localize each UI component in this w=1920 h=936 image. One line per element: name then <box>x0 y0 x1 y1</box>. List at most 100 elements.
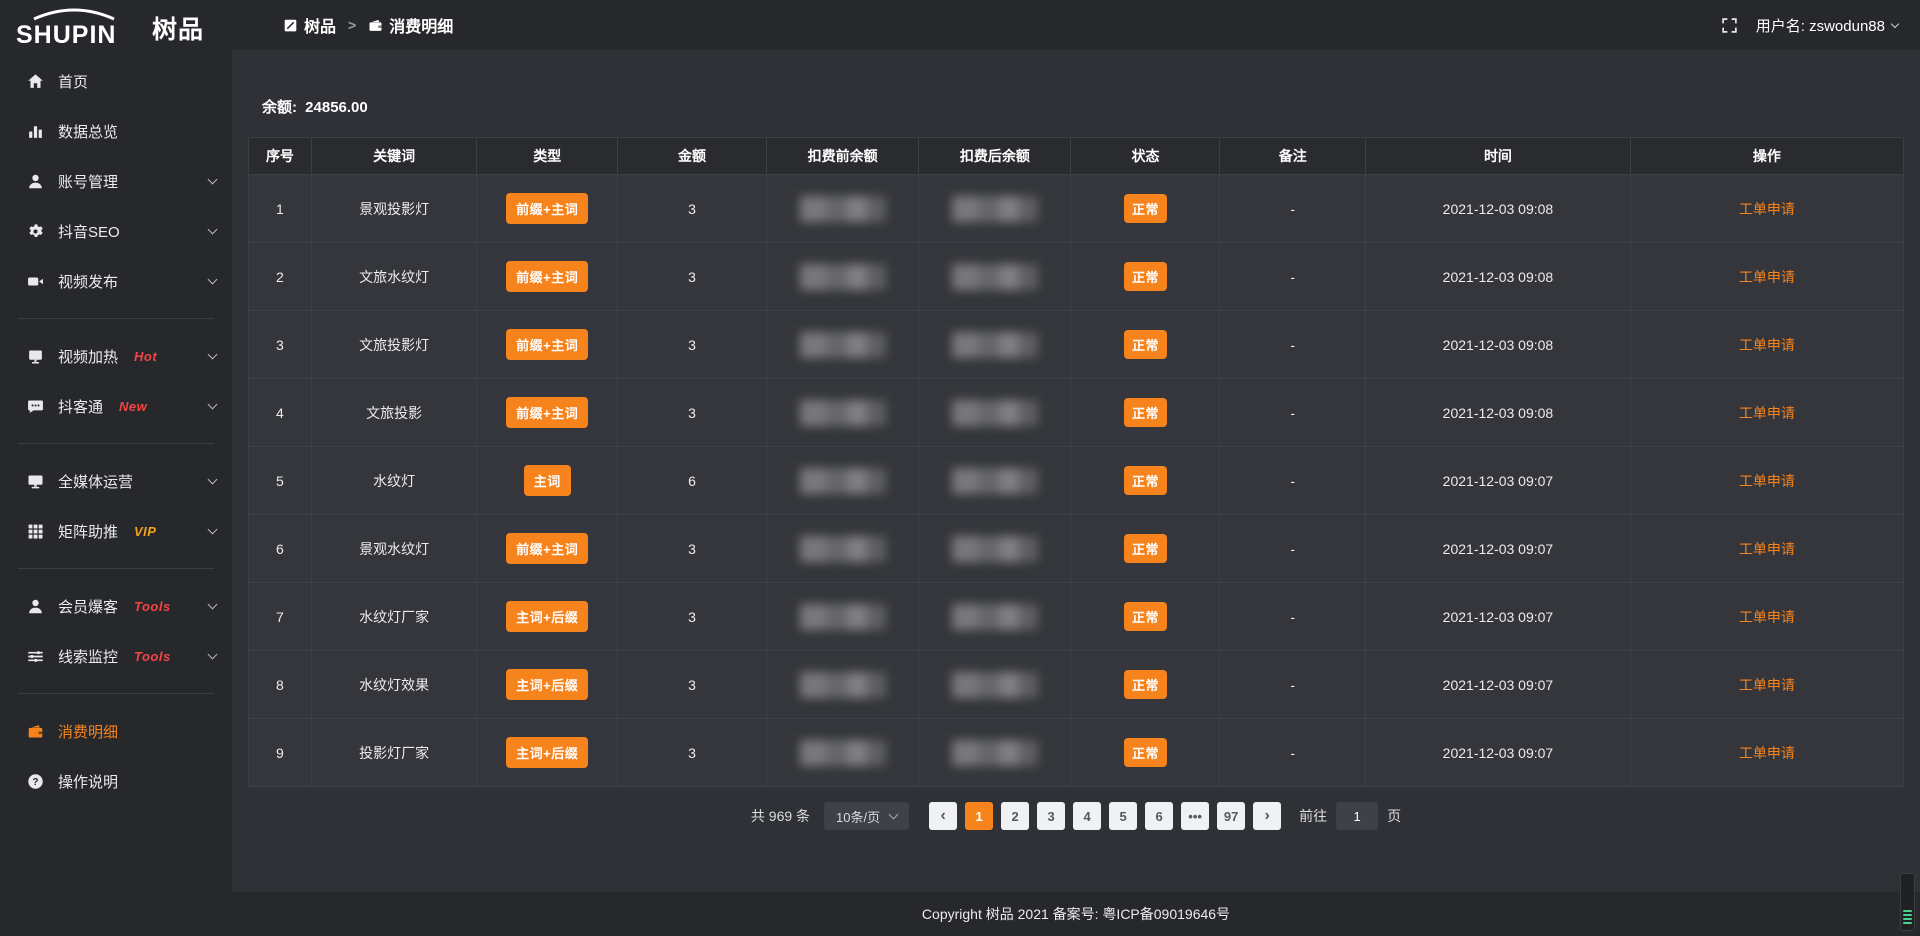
sidebar-item-consumption-detail[interactable]: 消费明细 <box>0 706 232 756</box>
page-buttons: 123456 ••• 97 <box>961 802 1249 830</box>
work-order-link[interactable]: 工单申请 <box>1739 337 1795 353</box>
sidebar-item-douketong[interactable]: 抖客通New <box>0 381 232 431</box>
balance-value: 24856.00 <box>305 99 368 116</box>
sidebar-item-data-overview[interactable]: 数据总览 <box>0 106 232 156</box>
sidebar-item-operation-guide[interactable]: ?操作说明 <box>0 756 232 806</box>
breadcrumb-current[interactable]: 消费明细 <box>368 13 453 37</box>
chevron-down-icon <box>208 649 218 659</box>
cell-status: 正常 <box>1071 379 1220 447</box>
sidebar-item-badge: Hot <box>134 349 157 364</box>
cell-keyword: 景观投影灯 <box>311 175 477 243</box>
masked-balance-after <box>952 264 1038 290</box>
status-badge: 正常 <box>1124 534 1167 563</box>
cell-remark: - <box>1220 243 1366 311</box>
cell-keyword: 文旅投影灯 <box>311 311 477 379</box>
column-header: 状态 <box>1071 138 1220 175</box>
sidebar-item-label: 视频发布 <box>58 271 118 292</box>
prev-page-button[interactable]: ‹ <box>929 802 957 830</box>
masked-balance-before <box>800 332 886 358</box>
logo-text-en: SHUPIN <box>16 21 116 49</box>
type-badge: 前缀+主词 <box>506 193 588 224</box>
cell-balance-after <box>919 379 1071 447</box>
cell-type: 前缀+主词 <box>477 311 618 379</box>
type-badge: 主词+后缀 <box>506 737 588 768</box>
user-icon <box>27 598 44 615</box>
sidebar-item-label: 线索监控 <box>58 646 118 667</box>
sidebar-item-matrix-boost[interactable]: 矩阵助推VIP <box>0 506 232 556</box>
footer: Copyright 树品 2021 备案号: 粤ICP备09019646号 <box>232 892 1920 936</box>
screen-icon <box>27 348 44 365</box>
work-order-link[interactable]: 工单申请 <box>1739 405 1795 421</box>
table-row: 6景观水纹灯前缀+主词3正常-2021-12-03 09:07工单申请 <box>249 515 1904 583</box>
chevron-down-icon <box>208 399 218 409</box>
work-order-link[interactable]: 工单申请 <box>1739 541 1795 557</box>
sidebar-item-video-publish[interactable]: 视频发布 <box>0 256 232 306</box>
page-button-97[interactable]: 97 <box>1217 802 1245 830</box>
column-header: 扣费后余额 <box>919 138 1071 175</box>
sidebar-item-douyin-seo[interactable]: 抖音SEO <box>0 206 232 256</box>
side-widget <box>1900 873 1915 931</box>
breadcrumb: 树品 > 消费明细 <box>283 13 453 37</box>
page-button-1[interactable]: 1 <box>965 802 993 830</box>
cell-balance-before <box>766 583 918 651</box>
column-header: 类型 <box>477 138 618 175</box>
jump-page-input[interactable]: 1 <box>1336 802 1378 830</box>
work-order-link[interactable]: 工单申请 <box>1739 609 1795 625</box>
cell-time: 2021-12-03 09:08 <box>1366 311 1631 379</box>
table-row: 1景观投影灯前缀+主词3正常-2021-12-03 09:08工单申请 <box>249 175 1904 243</box>
masked-balance-before <box>800 740 886 766</box>
work-order-link[interactable]: 工单申请 <box>1739 473 1795 489</box>
cell-index: 9 <box>249 719 312 787</box>
more-pages-button[interactable]: ••• <box>1181 802 1209 830</box>
user-menu[interactable]: 用户名: zswodun88 <box>1756 15 1898 36</box>
sidebar-item-video-heat[interactable]: 视频加热Hot <box>0 331 232 381</box>
cell-action: 工单申请 <box>1630 311 1903 379</box>
logo-arc-icon: SHUPIN <box>16 6 146 50</box>
work-order-link[interactable]: 工单申请 <box>1739 677 1795 693</box>
sidebar-item-home[interactable]: 首页 <box>0 56 232 106</box>
status-badge: 正常 <box>1124 194 1167 223</box>
sidebar-divider <box>18 568 214 569</box>
masked-balance-before <box>800 468 886 494</box>
cell-time: 2021-12-03 09:07 <box>1366 651 1631 719</box>
cell-index: 1 <box>249 175 312 243</box>
work-order-link[interactable]: 工单申请 <box>1739 269 1795 285</box>
sidebar-menu: 首页数据总览账号管理抖音SEO 视频发布视频加热Hot抖客通New 全媒体运营矩阵助… <box>0 56 232 806</box>
fullscreen-icon[interactable] <box>1721 17 1738 34</box>
column-header: 备注 <box>1220 138 1366 175</box>
sidebar-item-lead-monitor[interactable]: 线索监控Tools <box>0 631 232 681</box>
cell-balance-before <box>766 447 918 515</box>
page-button-2[interactable]: 2 <box>1001 802 1029 830</box>
page-button-3[interactable]: 3 <box>1037 802 1065 830</box>
cell-type: 前缀+主词 <box>477 515 618 583</box>
cell-type: 主词+后缀 <box>477 719 618 787</box>
masked-balance-before <box>800 400 886 426</box>
sidebar-item-member-baoke[interactable]: 会员爆客Tools <box>0 581 232 631</box>
cell-status: 正常 <box>1071 175 1220 243</box>
cell-balance-after <box>919 311 1071 379</box>
copyright-text: Copyright 树品 2021 备案号: 粤ICP备09019646号 <box>922 904 1230 924</box>
page-button-4[interactable]: 4 <box>1073 802 1101 830</box>
doc-icon <box>283 18 298 33</box>
work-order-link[interactable]: 工单申请 <box>1739 201 1795 217</box>
cell-amount: 3 <box>618 515 767 583</box>
chevron-down-icon <box>208 524 218 534</box>
cell-balance-before <box>766 515 918 583</box>
cell-time: 2021-12-03 09:07 <box>1366 583 1631 651</box>
next-page-button[interactable]: › <box>1253 802 1281 830</box>
sidebar-item-account-management[interactable]: 账号管理 <box>0 156 232 206</box>
breadcrumb-separator: > <box>348 17 356 33</box>
cell-time: 2021-12-03 09:08 <box>1366 243 1631 311</box>
page-button-5[interactable]: 5 <box>1109 802 1137 830</box>
column-header: 金额 <box>618 138 767 175</box>
work-order-link[interactable]: 工单申请 <box>1739 745 1795 761</box>
breadcrumb-root[interactable]: 树品 <box>283 13 336 37</box>
page-size-select[interactable]: 10条/页 <box>824 802 909 830</box>
cell-action: 工单申请 <box>1630 719 1903 787</box>
page-button-6[interactable]: 6 <box>1145 802 1173 830</box>
cell-index: 6 <box>249 515 312 583</box>
type-badge: 主词+后缀 <box>506 601 588 632</box>
cell-balance-before <box>766 175 918 243</box>
sidebar-item-all-media-operation[interactable]: 全媒体运营 <box>0 456 232 506</box>
cell-balance-before <box>766 379 918 447</box>
